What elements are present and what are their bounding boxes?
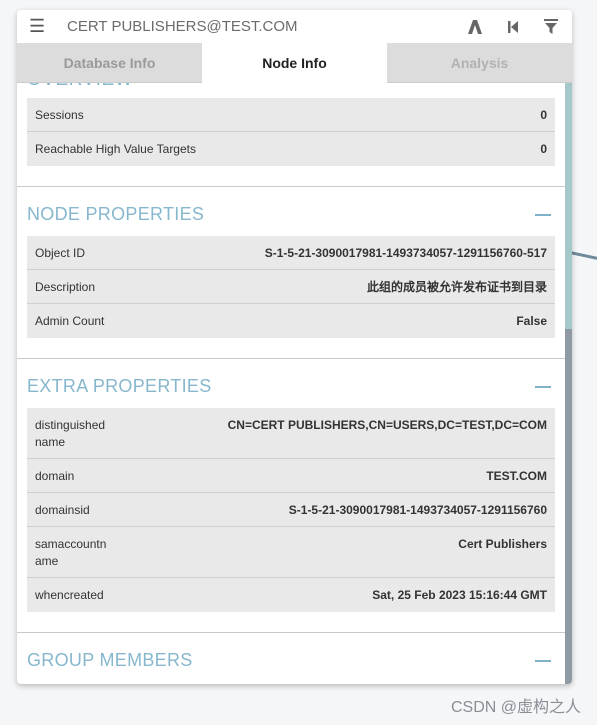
- table-row: Sessions 0: [27, 98, 555, 132]
- tab-node-info[interactable]: Node Info: [202, 43, 387, 83]
- overview-heading: OVERVIEW: [27, 83, 133, 91]
- row-label: Description: [35, 280, 96, 294]
- collapse-icon[interactable]: [535, 659, 551, 662]
- menu-icon[interactable]: ☰: [29, 16, 45, 37]
- section-divider: [17, 186, 565, 187]
- pathfinding-icon[interactable]: [466, 18, 484, 36]
- row-value: Cert Publishers: [458, 537, 547, 551]
- table-row: distinguished name CN=CERT PUBLISHERS,CN…: [27, 408, 555, 459]
- tab-bar: Database Info Node Info Analysis: [17, 43, 572, 83]
- filter-icon[interactable]: [542, 18, 560, 36]
- back-icon[interactable]: [504, 18, 522, 36]
- section-divider: [17, 358, 565, 359]
- section-title: EXTRA PROPERTIES: [27, 376, 212, 396]
- extra-properties-header[interactable]: EXTRA PROPERTIES: [27, 376, 555, 397]
- table-row: whencreated Sat, 25 Feb 2023 15:16:44 GM…: [27, 578, 555, 612]
- row-label: domain: [35, 469, 75, 483]
- section-title: NODE PROPERTIES: [27, 204, 205, 224]
- row-label: distinguished name: [35, 418, 106, 449]
- group-members-header[interactable]: GROUP MEMBERS: [27, 650, 555, 671]
- row-label: Reachable High Value Targets: [35, 142, 196, 156]
- row-label: Sessions: [35, 108, 84, 122]
- row-value: 0: [540, 142, 547, 156]
- row-value: S-1-5-21-3090017981-1493734057-129115676…: [288, 503, 547, 517]
- row-label: domainsid: [35, 503, 90, 517]
- row-value: CN=CERT PUBLISHERS,CN=USERS,DC=TEST,DC=C…: [227, 418, 547, 432]
- node-title: CERT PUBLISHERS@TEST.COM: [67, 18, 298, 35]
- row-label: Admin Count: [35, 314, 105, 328]
- tab-analysis[interactable]: Analysis: [387, 43, 572, 83]
- table-row: domain TEST.COM: [27, 459, 555, 493]
- table-row: Reachable High Value Targets 0: [27, 132, 555, 166]
- scrollbar[interactable]: [565, 83, 572, 684]
- table-row: samaccountn ame Cert Publishers: [27, 527, 555, 578]
- row-label: samaccountn ame: [35, 537, 107, 568]
- table-row: Object ID S-1-5-21-3090017981-1493734057…: [27, 236, 555, 270]
- section-title: GROUP MEMBERS: [27, 650, 193, 670]
- node-properties-header[interactable]: NODE PROPERTIES: [27, 204, 555, 225]
- tab-database-info[interactable]: Database Info: [17, 43, 202, 83]
- extra-properties-table: distinguished name CN=CERT PUBLISHERS,CN…: [27, 408, 555, 612]
- node-info-scroll-area[interactable]: OVERVIEW Sessions 0 Reachable High Value…: [17, 83, 565, 684]
- collapse-icon[interactable]: [535, 385, 551, 388]
- row-label: Object ID: [35, 246, 86, 260]
- node-info-panel: ☰ CERT PUBLISHERS@TEST.COM Database Info…: [17, 10, 572, 684]
- overview-table: Sessions 0 Reachable High Value Targets …: [27, 98, 555, 166]
- panel-header: ☰ CERT PUBLISHERS@TEST.COM: [17, 10, 572, 43]
- table-row: domainsid S-1-5-21-3090017981-1493734057…: [27, 493, 555, 527]
- row-label: whencreated: [35, 588, 104, 602]
- watermark: CSDN @虚构之人: [450, 699, 581, 716]
- header-actions: [466, 18, 560, 36]
- collapse-icon[interactable]: [535, 213, 551, 216]
- row-value: S-1-5-21-3090017981-1493734057-129115676…: [264, 246, 547, 260]
- scrollbar-thumb[interactable]: [565, 83, 572, 329]
- row-value: TEST.COM: [486, 469, 547, 483]
- row-value: 0: [540, 108, 547, 122]
- row-value: Sat, 25 Feb 2023 15:16:44 GMT: [372, 588, 547, 602]
- row-value: False: [516, 314, 547, 328]
- section-divider: [17, 632, 565, 633]
- table-row: Admin Count False: [27, 304, 555, 338]
- table-row: Description 此组的成员被允许发布证书到目录: [27, 270, 555, 304]
- node-properties-table: Object ID S-1-5-21-3090017981-1493734057…: [27, 236, 555, 338]
- row-value: 此组的成员被允许发布证书到目录: [366, 280, 547, 294]
